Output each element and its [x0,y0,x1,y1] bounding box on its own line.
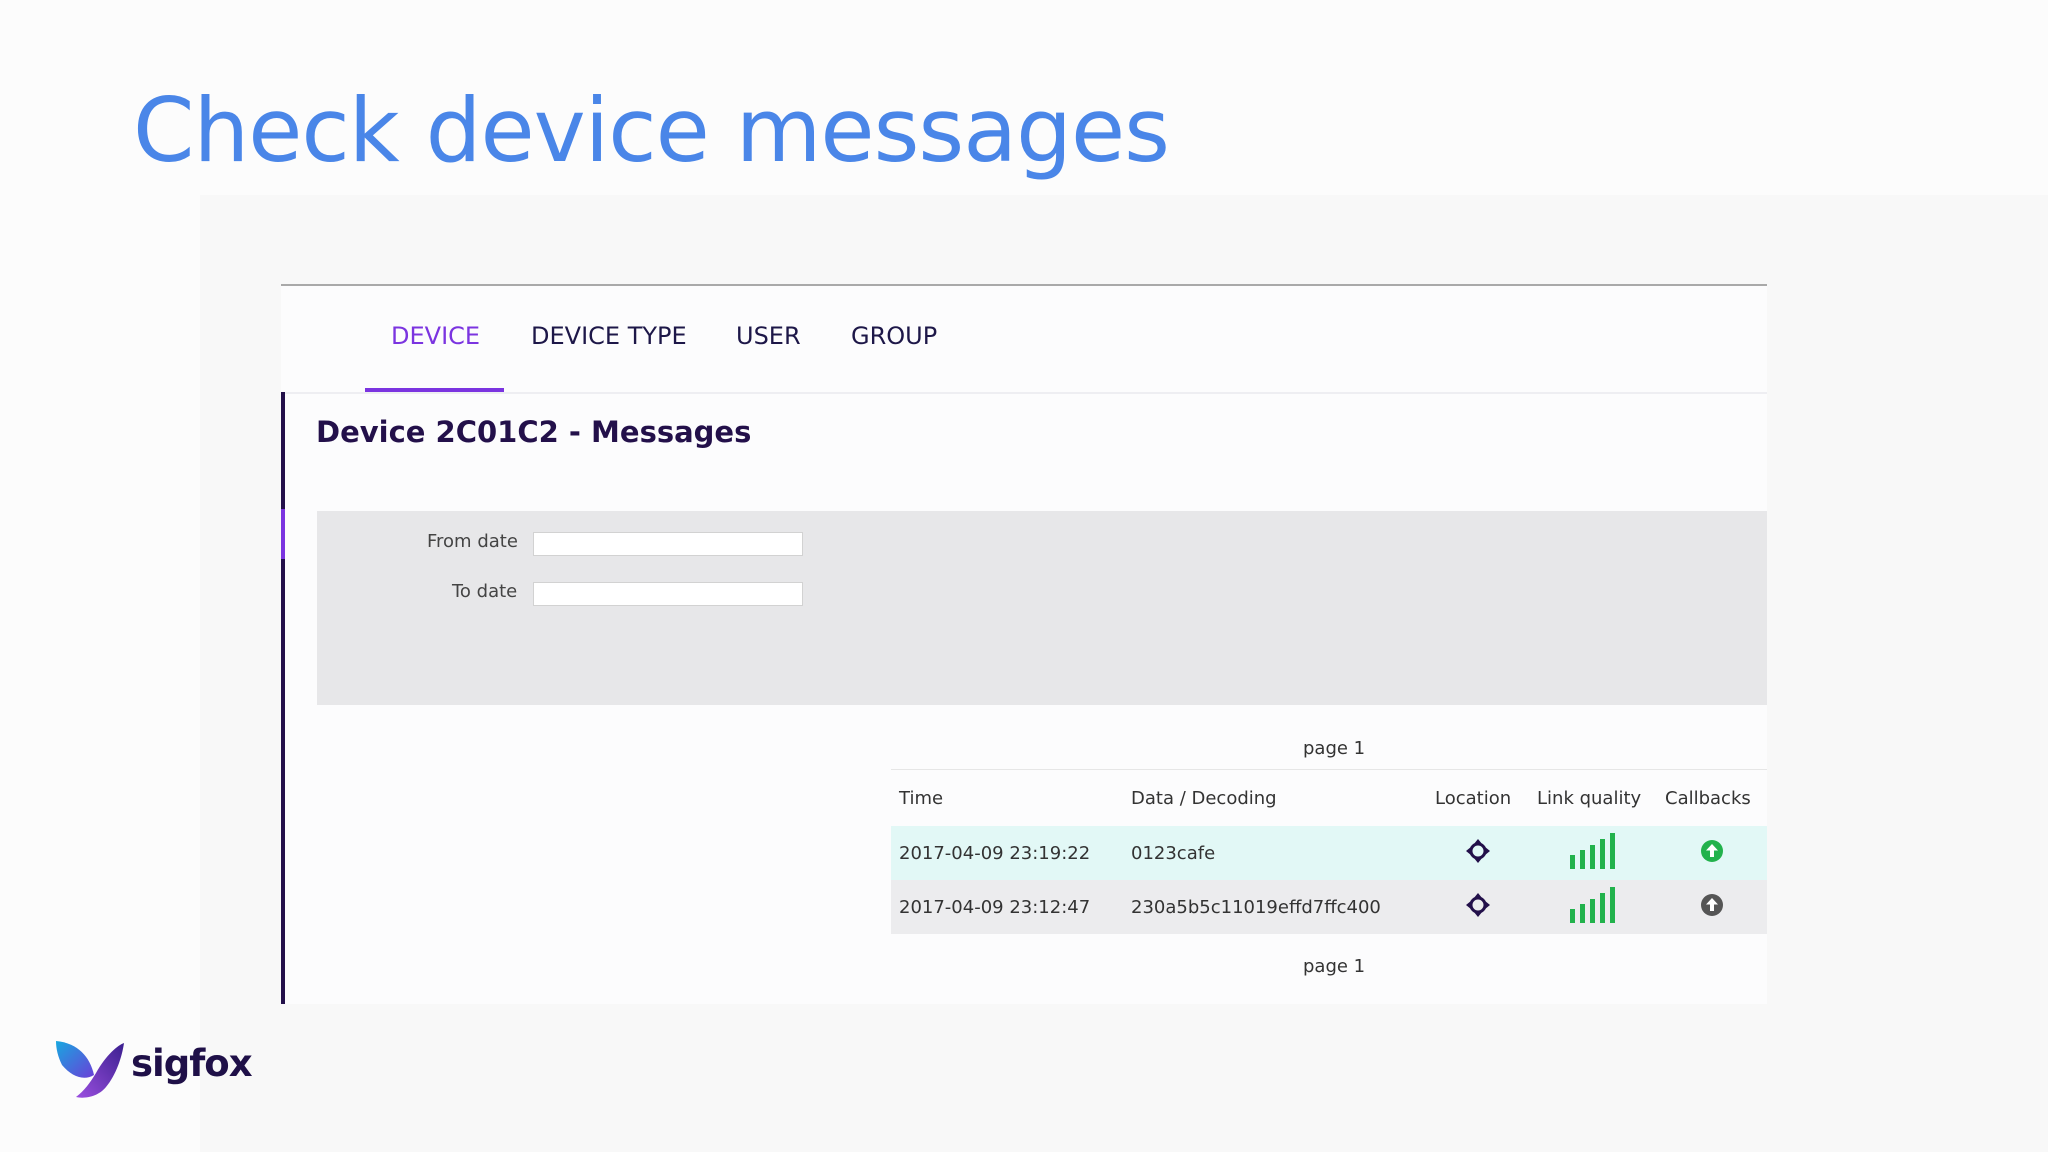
message-time: 2017-04-09 23:12:47 [891,880,1123,934]
page-title: Device 2C01C2 - Messages [316,415,752,449]
tab-user[interactable]: USER [736,322,801,350]
active-tab-indicator [365,388,504,392]
tab-device[interactable]: DEVICE [391,322,480,350]
col-header-link-quality: Link quality [1529,769,1657,826]
sidebar-active-marker [281,509,285,559]
sidebar-accent-bar [281,392,285,1004]
pagination-top[interactable]: page 1 [1303,738,1365,759]
message-data: 0123cafe [1123,826,1427,880]
signal-bars-icon [1570,832,1615,869]
to-date-input[interactable] [533,582,803,606]
signal-bars-icon [1570,886,1615,923]
nav-tabs: DEVICE DEVICE TYPE USER GROUP [281,286,1767,394]
table-row[interactable]: 2017-04-09 23:12:47 230a5b5c11019effd7ff… [891,880,1767,934]
tab-group[interactable]: GROUP [851,322,937,350]
pagination-bottom[interactable]: page 1 [1303,956,1365,977]
sigfox-backend-screenshot: DEVICE DEVICE TYPE USER GROUP Device 2C0… [281,284,1767,1004]
callback-success-icon[interactable] [1700,839,1724,863]
table-row[interactable]: 2017-04-09 23:19:22 0123cafe [891,826,1767,880]
link-quality-cell [1529,826,1657,880]
brand-wordmark: sigfox [131,1042,253,1085]
col-header-location: Location [1427,769,1529,826]
message-data: 230a5b5c11019effd7ffc400 [1123,880,1427,934]
callbacks-cell [1657,880,1767,934]
crosshair-icon[interactable] [1465,838,1491,864]
location-cell [1427,880,1529,934]
filter-panel: From date To date [317,511,1767,705]
to-date-label: To date [452,581,518,602]
tab-device-type[interactable]: DEVICE TYPE [531,322,687,350]
table-header-row: Time Data / Decoding Location Link quali… [891,769,1767,826]
col-header-data: Data / Decoding [1123,769,1427,826]
slide-title: Check device messages [133,79,1170,182]
callbacks-cell [1657,826,1767,880]
messages-table: Time Data / Decoding Location Link quali… [891,769,1767,934]
callback-neutral-icon[interactable] [1700,893,1724,917]
from-date-input[interactable] [533,532,803,556]
col-header-callbacks: Callbacks [1657,769,1767,826]
col-header-time: Time [891,769,1123,826]
from-date-label: From date [427,531,518,552]
location-cell [1427,826,1529,880]
crosshair-icon[interactable] [1465,892,1491,918]
link-quality-cell [1529,880,1657,934]
sigfox-butterfly-logo-icon [56,1041,124,1098]
message-time: 2017-04-09 23:19:22 [891,826,1123,880]
